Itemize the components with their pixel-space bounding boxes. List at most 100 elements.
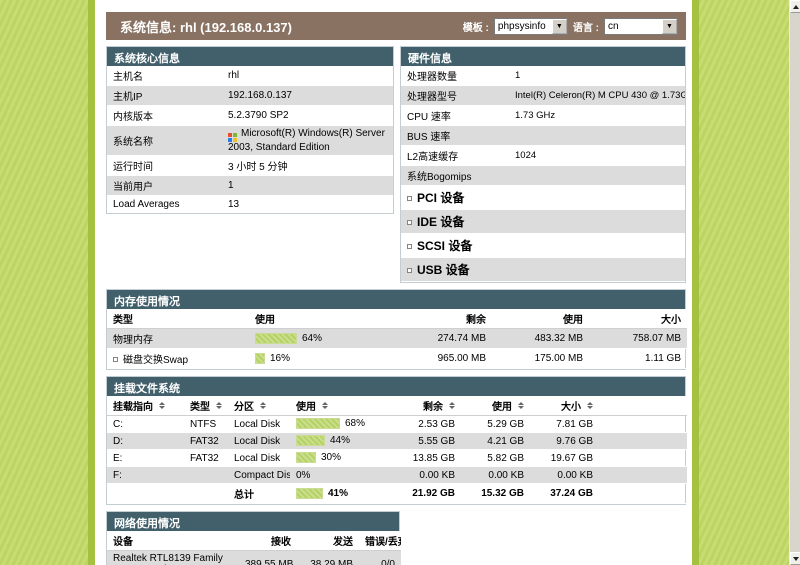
usage-percent: 0% bbox=[296, 470, 310, 481]
scroll-up-button[interactable] bbox=[790, 0, 800, 13]
fs-free: 13.85 GB bbox=[395, 450, 461, 467]
table-row: 物理内存 64% 274.74 MB 483.32 MB 758.07 MB bbox=[107, 329, 687, 349]
hardware-row-value bbox=[509, 126, 685, 146]
memory-type: 磁盘交换Swap bbox=[107, 349, 249, 369]
table-row: L2高速缓存 1024 bbox=[401, 146, 685, 166]
vitals-row-label: Load Averages bbox=[107, 196, 222, 213]
usage-percent: 64% bbox=[302, 333, 322, 344]
table-row: 主机IP 192.168.0.137 bbox=[107, 86, 393, 106]
fs-col-used[interactable]: 使用 bbox=[461, 396, 530, 416]
device-group-label[interactable]: IDE 设备 bbox=[417, 215, 464, 229]
scroll-down-button[interactable] bbox=[790, 552, 800, 565]
fs-size: 19.67 GB bbox=[530, 450, 599, 467]
net-err: 0/0 bbox=[359, 551, 401, 565]
table-row: 主机名 rhl bbox=[107, 66, 393, 86]
device-group-label[interactable]: SCSI 设备 bbox=[417, 239, 472, 253]
table-row: 内核版本 5.2.3790 SP2 bbox=[107, 106, 393, 126]
expand-icon[interactable] bbox=[113, 357, 118, 362]
hardware-panel-title: 硬件信息 bbox=[401, 47, 685, 66]
device-group-row-pci[interactable]: PCI 设备 bbox=[401, 186, 685, 210]
sort-icon[interactable] bbox=[322, 402, 328, 409]
fs-used: 4.21 GB bbox=[461, 433, 530, 450]
template-select-value: phpsysinfo bbox=[495, 21, 552, 32]
device-group-row-usb[interactable]: USB 设备 bbox=[401, 258, 685, 282]
device-group-row-ide[interactable]: IDE 设备 bbox=[401, 210, 685, 234]
fs-col-usage-label: 使用 bbox=[296, 402, 316, 413]
system-vitals-panel: 系统核心信息 主机名 rhl 主机IP 192.168.0.137 内核版本 5… bbox=[106, 46, 394, 214]
fs-col-mount[interactable]: 挂载指向 bbox=[107, 396, 184, 416]
sort-icon[interactable] bbox=[518, 402, 524, 409]
dropdown-arrow-icon[interactable]: ▼ bbox=[552, 19, 567, 34]
language-label: 语言 : bbox=[573, 19, 599, 34]
template-select[interactable]: phpsysinfo ▼ bbox=[494, 18, 568, 35]
memory-used: 483.32 MB bbox=[492, 329, 589, 349]
memory-usage-cell: 64% bbox=[249, 329, 394, 349]
vitals-row-value: 5.2.3790 SP2 bbox=[222, 106, 393, 126]
fs-free: 2.53 GB bbox=[395, 416, 461, 433]
sort-icon[interactable] bbox=[587, 402, 593, 409]
table-header-row: 设备 接收 发送 错误/丢弃 bbox=[107, 531, 401, 551]
titlebar: 系统信息: rhl (192.168.0.137) 模板 : phpsysinf… bbox=[106, 12, 686, 40]
hardware-row-value: 1024 bbox=[509, 146, 685, 166]
expand-icon[interactable] bbox=[407, 220, 412, 225]
fs-col-mount-label: 挂载指向 bbox=[113, 402, 153, 413]
vitals-row-label: 运行时间 bbox=[107, 156, 222, 176]
fs-spacer bbox=[599, 450, 687, 467]
fs-col-partition[interactable]: 分区 bbox=[228, 396, 290, 416]
fs-mount: C: bbox=[107, 416, 184, 433]
fs-mount: D: bbox=[107, 433, 184, 450]
fs-size: 9.76 GB bbox=[530, 433, 599, 450]
fs-usage-cell: 44% bbox=[290, 433, 395, 450]
device-group-cell[interactable]: SCSI 设备 bbox=[401, 234, 685, 258]
memory-type-label: 磁盘交换Swap bbox=[123, 355, 188, 366]
device-group-cell[interactable]: USB 设备 bbox=[401, 258, 685, 282]
hardware-panel: 硬件信息 处理器数量 1 处理器型号 Intel(R) Celeron(R) M… bbox=[400, 46, 686, 283]
table-row: E: FAT32 Local Disk 30% 13.85 GB 5.82 GB… bbox=[107, 450, 687, 467]
net-col-tx: 发送 bbox=[297, 531, 359, 551]
memory-type: 物理内存 bbox=[107, 329, 249, 349]
fs-spacer bbox=[599, 433, 687, 450]
sort-icon[interactable] bbox=[159, 402, 165, 409]
fs-col-free[interactable]: 剩余 bbox=[395, 396, 461, 416]
dropdown-arrow-icon[interactable]: ▼ bbox=[662, 19, 677, 34]
scrollbar[interactable] bbox=[789, 0, 800, 565]
sort-icon[interactable] bbox=[449, 402, 455, 409]
expand-icon[interactable] bbox=[407, 196, 412, 201]
top-columns: 系统核心信息 主机名 rhl 主机IP 192.168.0.137 内核版本 5… bbox=[106, 46, 686, 283]
windows-icon bbox=[228, 133, 237, 142]
hardware-row-label: 处理器数量 bbox=[401, 66, 509, 86]
fs-col-free-label: 剩余 bbox=[423, 402, 443, 413]
left-accent-strip bbox=[88, 0, 95, 565]
filesystems-table: 挂载指向 类型 分区 使用 剩余 使用 大小 C: NTFS Local Dis… bbox=[107, 396, 687, 504]
device-group-label[interactable]: PCI 设备 bbox=[417, 191, 464, 205]
memory-col-free: 剩余 bbox=[394, 309, 492, 329]
fs-col-usage[interactable]: 使用 bbox=[290, 396, 395, 416]
usage-percent: 68% bbox=[345, 419, 365, 430]
fs-col-size[interactable]: 大小 bbox=[530, 396, 599, 416]
expand-icon[interactable] bbox=[407, 268, 412, 273]
fs-partition: Compact Disc bbox=[228, 467, 290, 484]
device-group-cell[interactable]: PCI 设备 bbox=[401, 186, 685, 210]
usage-bar bbox=[255, 353, 265, 364]
device-group-label[interactable]: USB 设备 bbox=[417, 263, 470, 277]
device-group-row-scsi[interactable]: SCSI 设备 bbox=[401, 234, 685, 258]
memory-free: 274.74 MB bbox=[394, 329, 492, 349]
fs-partition: Local Disk bbox=[228, 433, 290, 450]
vitals-row-value: rhl bbox=[222, 66, 393, 86]
memory-size: 1.11 GB bbox=[589, 349, 687, 369]
hardware-row-value bbox=[509, 166, 685, 186]
sort-icon[interactable] bbox=[260, 402, 266, 409]
vitals-row-value: Microsoft(R) Windows(R) Server 2003, Sta… bbox=[222, 126, 393, 156]
scroll-down-icon bbox=[793, 557, 799, 561]
memory-panel-title: 内存使用情况 bbox=[107, 290, 685, 309]
usage-bar bbox=[296, 488, 323, 499]
device-group-cell[interactable]: IDE 设备 bbox=[401, 210, 685, 234]
page-title: 系统信息: rhl (192.168.0.137) bbox=[120, 17, 292, 36]
fs-col-type[interactable]: 类型 bbox=[184, 396, 228, 416]
fs-free: 21.92 GB bbox=[395, 484, 461, 504]
fs-usage-cell: 68% bbox=[290, 416, 395, 433]
sort-icon[interactable] bbox=[216, 402, 222, 409]
language-select[interactable]: cn ▼ bbox=[604, 18, 678, 35]
scroll-up-icon bbox=[793, 5, 799, 9]
expand-icon[interactable] bbox=[407, 244, 412, 249]
